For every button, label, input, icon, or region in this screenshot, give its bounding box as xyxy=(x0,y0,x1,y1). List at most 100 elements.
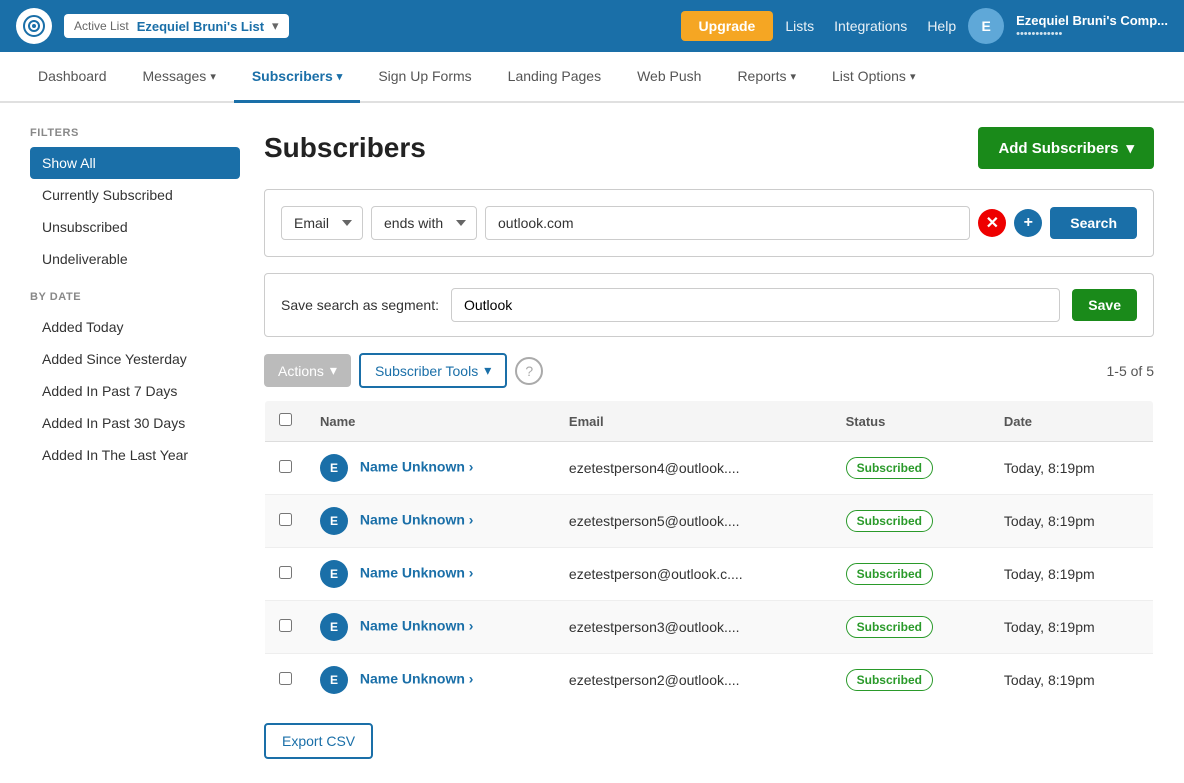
filter-bar: Email Name Status Date ends with starts … xyxy=(264,189,1154,257)
main-area: Subscribers Add Subscribers ▾ Email Name… xyxy=(264,127,1154,759)
actions-bar-left: Actions ▾ Subscriber Tools ▾ ? xyxy=(264,353,543,388)
nav-signup-forms[interactable]: Sign Up Forms xyxy=(360,52,489,103)
chevron-down-icon: ▾ xyxy=(910,70,916,83)
sidebar-item-added-today[interactable]: Added Today xyxy=(30,311,240,343)
row-checkbox[interactable] xyxy=(279,513,292,526)
active-list-name: Ezequiel Bruni's List xyxy=(137,19,264,34)
top-bar: Active List Ezequiel Bruni's List ▾ Upgr… xyxy=(0,0,1184,52)
row-checkbox[interactable] xyxy=(279,566,292,579)
nav-dashboard[interactable]: Dashboard xyxy=(20,52,125,103)
row-checkbox[interactable] xyxy=(279,460,292,473)
add-subscribers-button[interactable]: Add Subscribers ▾ xyxy=(978,127,1154,169)
save-segment-button[interactable]: Save xyxy=(1072,289,1137,321)
filter-type-select[interactable]: Email Name Status Date xyxy=(281,206,363,240)
sidebar-item-added-past-30-days[interactable]: Added In Past 30 Days xyxy=(30,407,240,439)
select-all-checkbox[interactable] xyxy=(279,413,292,426)
sidebar-item-unsubscribed[interactable]: Unsubscribed xyxy=(30,211,240,243)
row-status-cell: Subscribed xyxy=(832,601,990,654)
page-title: Subscribers xyxy=(264,132,426,164)
upgrade-button[interactable]: Upgrade xyxy=(681,11,774,41)
actions-bar: Actions ▾ Subscriber Tools ▾ ? 1-5 of 5 xyxy=(264,353,1154,388)
sidebar-item-undeliverable[interactable]: Undeliverable xyxy=(30,243,240,275)
filter-condition-select[interactable]: ends with starts with contains equals xyxy=(371,206,477,240)
logo xyxy=(16,8,52,44)
sidebar-item-show-all[interactable]: Show All xyxy=(30,147,240,179)
integrations-link[interactable]: Integrations xyxy=(834,18,907,34)
row-status-cell: Subscribed xyxy=(832,495,990,548)
pagination-text: 1-5 of 5 xyxy=(1107,363,1154,379)
top-bar-nav: Lists Integrations Help xyxy=(785,18,956,34)
page-content: FILTERS Show All Currently Subscribed Un… xyxy=(0,103,1184,783)
active-list-label: Active List xyxy=(74,19,129,33)
table-header-email: Email xyxy=(555,401,832,442)
subscriber-name-link[interactable]: Name Unknown › xyxy=(360,671,474,687)
table-row: E Name Unknown › ezetestperson@outlook.c… xyxy=(265,548,1154,601)
row-date-cell: Today, 8:19pm xyxy=(990,601,1154,654)
chevron-down-icon: ▾ xyxy=(330,362,337,379)
sidebar-item-currently-subscribed[interactable]: Currently Subscribed xyxy=(30,179,240,211)
sidebar-item-added-since-yesterday[interactable]: Added Since Yesterday xyxy=(30,343,240,375)
row-checkbox[interactable] xyxy=(279,672,292,685)
by-date-title: BY DATE xyxy=(30,291,240,303)
subscriber-avatar: E xyxy=(320,454,348,482)
row-checkbox[interactable] xyxy=(279,619,292,632)
active-list-selector[interactable]: Active List Ezequiel Bruni's List ▾ xyxy=(64,14,289,38)
status-badge: Subscribed xyxy=(846,457,933,479)
row-email-cell: ezetestperson2@outlook.... xyxy=(555,654,832,707)
help-icon-button[interactable]: ? xyxy=(515,357,543,385)
row-status-cell: Subscribed xyxy=(832,654,990,707)
help-link[interactable]: Help xyxy=(927,18,956,34)
row-checkbox-cell xyxy=(265,442,307,495)
status-badge: Subscribed xyxy=(846,669,933,691)
subscriber-name-link[interactable]: Name Unknown › xyxy=(360,459,474,475)
row-name-cell: E Name Unknown › xyxy=(306,548,555,601)
table-row: E Name Unknown › ezetestperson5@outlook.… xyxy=(265,495,1154,548)
chevron-down-icon: ▾ xyxy=(790,70,796,83)
username: Ezequiel Bruni's Comp... xyxy=(1016,13,1168,28)
remove-filter-button[interactable]: ✕ xyxy=(978,209,1006,237)
nav-list-options[interactable]: List Options ▾ xyxy=(814,52,933,103)
segment-name-input[interactable] xyxy=(451,288,1060,322)
row-checkbox-cell xyxy=(265,548,307,601)
table-header-checkbox xyxy=(265,401,307,442)
row-name-cell: E Name Unknown › xyxy=(306,495,555,548)
chevron-down-icon: ▾ xyxy=(1126,139,1134,157)
subscriber-avatar: E xyxy=(320,613,348,641)
row-name-cell: E Name Unknown › xyxy=(306,442,555,495)
search-button[interactable]: Search xyxy=(1050,207,1137,239)
row-checkbox-cell xyxy=(265,495,307,548)
chevron-down-icon: ▾ xyxy=(337,70,343,83)
export-csv-button[interactable]: Export CSV xyxy=(264,723,373,759)
page-header: Subscribers Add Subscribers ▾ xyxy=(264,127,1154,169)
sidebar-item-added-past-7-days[interactable]: Added In Past 7 Days xyxy=(30,375,240,407)
subscriber-avatar: E xyxy=(320,560,348,588)
subscriber-name-link[interactable]: Name Unknown › xyxy=(360,565,474,581)
row-checkbox-cell xyxy=(265,654,307,707)
subscribers-table: Name Email Status Date E Name Unknown › … xyxy=(264,400,1154,707)
row-email-cell: ezetestperson@outlook.c.... xyxy=(555,548,832,601)
subscriber-avatar: E xyxy=(320,507,348,535)
nav-reports[interactable]: Reports ▾ xyxy=(719,52,814,103)
sidebar: FILTERS Show All Currently Subscribed Un… xyxy=(30,127,240,759)
table-row: E Name Unknown › ezetestperson2@outlook.… xyxy=(265,654,1154,707)
nav-subscribers[interactable]: Subscribers ▾ xyxy=(234,52,360,103)
row-date-cell: Today, 8:19pm xyxy=(990,442,1154,495)
chevron-down-icon: ▾ xyxy=(272,18,279,34)
actions-button[interactable]: Actions ▾ xyxy=(264,354,351,387)
lists-link[interactable]: Lists xyxy=(785,18,814,34)
subscriber-name-link[interactable]: Name Unknown › xyxy=(360,618,474,634)
nav-messages[interactable]: Messages ▾ xyxy=(125,52,234,103)
row-date-cell: Today, 8:19pm xyxy=(990,548,1154,601)
add-filter-button[interactable]: + xyxy=(1014,209,1042,237)
filter-value-input[interactable] xyxy=(485,206,970,240)
nav-web-push[interactable]: Web Push xyxy=(619,52,719,103)
subscriber-name-link[interactable]: Name Unknown › xyxy=(360,512,474,528)
user-email: •••••••••••• xyxy=(1016,28,1168,40)
row-email-cell: ezetestperson5@outlook.... xyxy=(555,495,832,548)
status-badge: Subscribed xyxy=(846,616,933,638)
row-checkbox-cell xyxy=(265,601,307,654)
sidebar-item-added-last-year[interactable]: Added In The Last Year xyxy=(30,439,240,471)
table-row: E Name Unknown › ezetestperson3@outlook.… xyxy=(265,601,1154,654)
nav-landing-pages[interactable]: Landing Pages xyxy=(490,52,619,103)
subscriber-tools-button[interactable]: Subscriber Tools ▾ xyxy=(359,353,507,388)
